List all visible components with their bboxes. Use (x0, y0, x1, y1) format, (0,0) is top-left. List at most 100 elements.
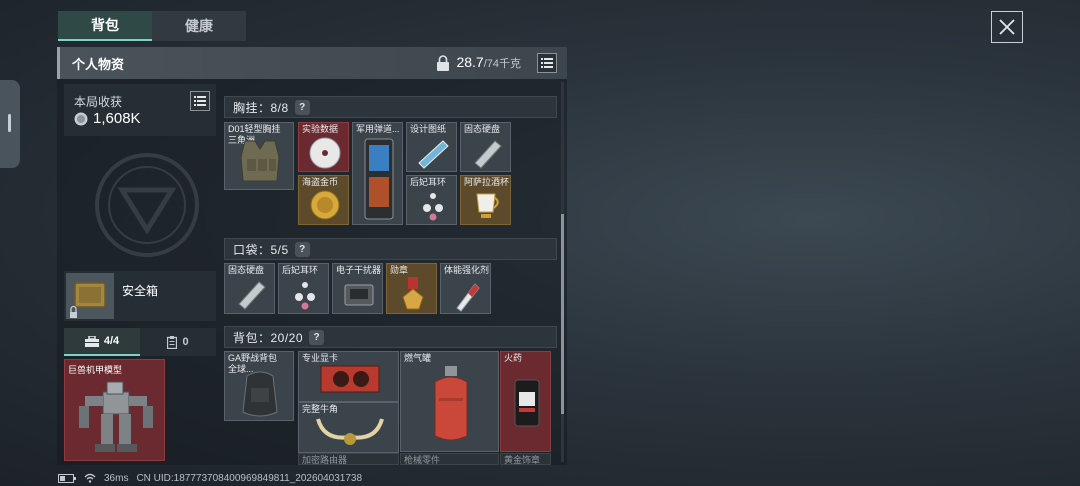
item-card-electronic-jammer[interactable]: 电子干扰器 (332, 263, 383, 314)
safe-box-icon (70, 282, 106, 318)
side-drawer-handle[interactable] (0, 80, 20, 168)
section-title: 背包：20/20 (233, 330, 304, 345)
safe-box-tile (66, 273, 114, 319)
item-card-pro-graphics-card[interactable]: 专业显卡 (298, 351, 399, 402)
jammer-icon (344, 284, 374, 306)
help-icon[interactable]: ? (294, 99, 310, 115)
earring-icon (295, 282, 315, 310)
haul-value: 1,608K (93, 110, 141, 127)
item-name: 阿萨拉酒杯 (464, 177, 510, 187)
item-card-gold-emblem[interactable]: 黄金饰章 (500, 453, 551, 465)
item-name: 加密路由器 (302, 455, 348, 465)
list-icon (194, 96, 206, 106)
section-header-chest-rig: 胸挂：8/8 ? (224, 96, 557, 118)
ballistic-computer-icon (364, 138, 394, 220)
item-name: 实验数据 (302, 124, 339, 134)
disc-icon (309, 137, 341, 169)
close-icon (999, 19, 1015, 35)
item-card-consort-earring[interactable]: 后妃耳环 (406, 175, 457, 225)
haul-list-button[interactable] (190, 91, 210, 111)
scrollbar-thumb[interactable] (561, 214, 564, 414)
lock-icon (437, 55, 450, 71)
tab-health[interactable]: 健康 (152, 11, 246, 41)
faction-emblem-watermark (95, 153, 199, 257)
item-card-medal[interactable]: 勋章 (386, 263, 437, 314)
item-card-stamina-booster[interactable]: 体能强化剂 (440, 263, 491, 314)
sort-list-button[interactable] (537, 53, 557, 73)
item-name: 火药 (504, 353, 523, 363)
item-card-intact-horn[interactable]: 完整牛角 (298, 402, 399, 453)
horn-icon (316, 418, 384, 445)
container-slot-tabs: 4/4 0 (64, 328, 216, 356)
item-name: 设计图纸 (410, 124, 447, 134)
item-card-experiment-data[interactable]: 实验数据 (298, 122, 349, 172)
round-haul-box: 本局收获 1,608K (64, 84, 216, 136)
item-card-ga-field-backpack[interactable]: GA野战背包 全球... (224, 351, 294, 421)
item-card-ssd[interactable]: 固态硬盘 (460, 122, 511, 172)
item-name: 完整牛角 (302, 404, 339, 414)
section-header-backpack: 背包：20/20 ? (224, 326, 557, 348)
item-card-ssd[interactable]: 固态硬盘 (224, 263, 275, 314)
battery-icon (58, 473, 76, 483)
panel-header: 个人物资 28.7/74千克 (57, 47, 567, 79)
safe-box-slot[interactable]: 安全箱 (64, 271, 216, 321)
tab-backpack[interactable]: 背包 (58, 11, 152, 41)
section-title: 胸挂：8/8 (233, 100, 289, 115)
weight-max: /74千克 (483, 58, 521, 70)
close-button[interactable] (991, 11, 1023, 43)
wifi-icon (84, 473, 96, 483)
item-card-consort-earring[interactable]: 后妃耳环 (278, 263, 329, 314)
injector-icon (456, 283, 480, 312)
item-card-chest-rig[interactable]: D01轻型胸挂 三角洲 (224, 122, 294, 190)
toolbox-icon (84, 335, 99, 347)
haul-label: 本局收获 (74, 95, 123, 109)
item-card-military-ballistic[interactable]: 军用弹道... (352, 122, 403, 225)
item-name: 军用弹道... (356, 124, 400, 134)
item-card-mech-model[interactable]: 巨兽机甲模型 (64, 359, 165, 461)
user-uid: CN UID:187773708400969849811_20260403173… (136, 472, 363, 484)
section-title: 口袋：5/5 (233, 242, 289, 257)
item-name: 枪械零件 (404, 455, 441, 465)
item-name: 固态硬盘 (228, 265, 265, 275)
ping-value: 36ms (104, 472, 129, 484)
item-card-gunpowder[interactable]: 火药 (500, 351, 551, 452)
safe-box-label: 安全箱 (122, 284, 159, 298)
item-name: 后妃耳环 (282, 265, 319, 275)
help-icon[interactable]: ? (294, 241, 310, 257)
clipboard-slot-count: 0 (182, 336, 189, 348)
toolbox-slot-count: 4/4 (103, 335, 120, 347)
gas-canister-icon (434, 366, 468, 441)
coin-icon (74, 112, 88, 125)
gunpowder-can-icon (514, 379, 540, 427)
backpack-icon (242, 371, 278, 417)
ssd-icon (474, 140, 502, 169)
mech-model-icon (79, 381, 153, 452)
item-name: 电子干扰器 (336, 265, 382, 275)
cup-icon (476, 193, 499, 218)
item-card-gas-canister[interactable]: 燃气罐 (400, 351, 499, 452)
blueprint-icon (418, 140, 449, 169)
gold-coin-icon (310, 190, 340, 220)
graphics-card-icon (320, 365, 380, 393)
status-bar: 36ms CN UID:187773708400969849811_202604… (58, 471, 362, 485)
item-name: 勋章 (390, 265, 409, 275)
section-header-pocket: 口袋：5/5 ? (224, 238, 557, 260)
item-name: 体能强化剂 (444, 265, 490, 275)
tab-clipboard-slots[interactable]: 0 (140, 328, 216, 356)
weight-indicator: 28.7/74千克 (436, 54, 521, 72)
item-card-design-blueprint[interactable]: 设计图纸 (406, 122, 457, 172)
weight-current: 28.7 (456, 54, 484, 70)
tab-toolbox-slots[interactable]: 4/4 (64, 328, 140, 356)
item-name: 燃气罐 (404, 353, 432, 363)
item-name: 黄金饰章 (504, 455, 541, 465)
chest-rig-icon (240, 140, 280, 182)
item-name: 后妃耳环 (410, 177, 447, 187)
item-card-asara-cup[interactable]: 阿萨拉酒杯 (460, 175, 511, 225)
item-card-encrypted-router[interactable]: 加密路由器 (298, 453, 399, 465)
item-card-pirate-coin[interactable]: 海盗金币 (298, 175, 349, 225)
item-name: 海盗金币 (302, 177, 339, 187)
clipboard-icon (167, 335, 178, 349)
item-card-gun-parts[interactable]: 枪械零件 (400, 453, 499, 465)
earring-icon (423, 193, 443, 221)
help-icon[interactable]: ? (309, 329, 325, 345)
